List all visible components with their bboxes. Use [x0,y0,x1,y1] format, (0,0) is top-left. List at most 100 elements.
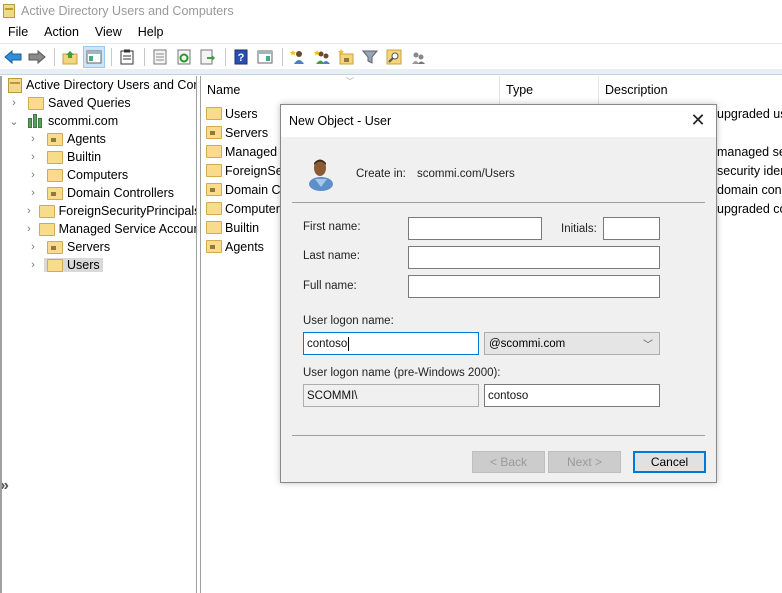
sort-indicator-icon: ﹀ [346,77,354,86]
chevron-right-icon[interactable]: › [27,223,31,235]
find-button[interactable] [383,46,405,68]
filter-icon [362,50,378,64]
show-console-tree-icon [86,50,102,63]
list-item-name: Users [225,106,258,121]
ou-folder-icon [206,126,222,139]
filter-button[interactable] [359,46,381,68]
tree-item-label: ForeignSecurityPrincipals [58,204,197,218]
up-folder-icon [62,50,78,64]
chevron-right-icon[interactable]: › [27,169,39,181]
ou-folder-icon [47,186,63,200]
column-header-type[interactable]: Type [500,76,599,104]
tree-item-label: Saved Queries [48,96,131,110]
chevron-right-icon[interactable]: › [27,151,39,163]
properties-button[interactable] [149,46,171,68]
tree-root[interactable]: Active Directory Users and Com [2,76,196,94]
back-button[interactable]: < Back [472,451,545,473]
chevron-right-icon[interactable]: › [27,205,31,217]
folder-icon [206,107,222,120]
refresh-button[interactable] [173,46,195,68]
list-item-description: domain con [717,182,782,197]
menu-bar: File Action View Help [0,22,782,42]
list-item-description: managed se [717,144,782,159]
create-in-label: Create in: [356,168,406,180]
dialog-title-bar[interactable]: New Object - User ✕ [281,105,716,137]
show-console-tree-button[interactable] [83,45,105,68]
new-group-button[interactable] [311,46,333,68]
chevron-right-icon[interactable]: › [27,133,39,145]
back-arrow-icon [4,49,22,64]
window-title: Active Directory Users and Computers [21,4,234,18]
tree-item-users[interactable]: › Users [2,256,196,274]
tree-item-label: Managed Service Accounts [58,222,197,236]
new-ou-icon [338,48,354,64]
toolbar-separator [54,47,55,66]
menu-action[interactable]: Action [36,25,87,39]
forward-button[interactable] [26,46,48,68]
column-header-description[interactable]: Description [599,76,668,104]
tree-item-servers[interactable]: › Servers [2,238,196,256]
chevron-right-icon[interactable]: › [8,97,20,109]
folder-icon [206,164,222,177]
svg-text:?: ? [238,52,245,64]
tree-item-label: Builtin [67,150,102,164]
up-level-button[interactable] [59,46,81,68]
first-name-input[interactable] [408,217,542,240]
ou-folder-icon [47,240,63,254]
folder-icon [47,168,63,182]
folder-icon [206,221,222,234]
full-name-input[interactable] [408,275,660,298]
add-to-group-button[interactable] [407,46,429,68]
initials-input[interactable] [603,217,660,240]
help-button[interactable]: ? [230,46,252,68]
tree-item-agents[interactable]: › Agents [2,130,196,148]
tree-item-domain-controllers[interactable]: › Domain Controllers [2,184,196,202]
user-icon [309,159,333,191]
aduc-app-icon [3,4,15,18]
chevron-right-icon[interactable]: › [27,187,39,199]
toolbar-separator [144,47,145,66]
tree-item-label: Servers [67,240,111,254]
expand-pane-handle-icon[interactable]: » [2,477,9,495]
chevron-down-icon[interactable]: ⌄ [8,115,20,128]
list-item-description: security ider [717,163,782,178]
menu-view[interactable]: View [87,25,130,39]
user-logon-name-value: contoso [307,337,348,350]
chevron-right-icon[interactable]: › [27,259,39,271]
text-caret [348,336,350,351]
menu-help[interactable]: Help [130,25,172,39]
list-item-description [717,123,782,142]
cancel-button[interactable]: Cancel [633,451,706,473]
menu-file[interactable]: File [0,25,36,39]
ou-folder-icon [47,132,63,146]
last-name-input[interactable] [408,246,660,269]
export-list-button[interactable] [197,46,219,68]
chevron-right-icon[interactable]: › [27,241,39,253]
pre-windows-2000-logon-input[interactable]: contoso [484,384,660,407]
tree-item-builtin[interactable]: › Builtin [2,148,196,166]
tree-item-managed-service-accounts[interactable]: › Managed Service Accounts [2,220,196,238]
user-logon-name-input[interactable]: contoso [303,332,479,355]
tree-item-computers[interactable]: › Computers [2,166,196,184]
new-user-button[interactable] [287,46,309,68]
tree-item-label: Computers [67,168,129,182]
new-ou-button[interactable] [335,46,357,68]
show-action-pane-button[interactable] [254,46,276,68]
tree-item-label: Domain Controllers [67,186,174,200]
folder-icon [47,150,63,164]
back-button[interactable] [2,46,24,68]
properties-icon [153,49,167,64]
clipboard-icon [120,49,134,64]
tree-item-saved-queries[interactable]: › Saved Queries [2,94,196,112]
paste-button[interactable] [116,46,138,68]
tree-item-domain[interactable]: ⌄ scommi.com [2,112,196,130]
user-logon-name-label: User logon name: [303,315,394,327]
list-header: ﹀ Name Type Description [201,76,782,104]
new-group-icon [314,49,330,64]
next-button[interactable]: Next > [548,451,621,473]
toolbar: ? [0,43,782,69]
tree-root-label: Active Directory Users and Com [26,78,197,92]
tree-item-foreign-security-principals[interactable]: › ForeignSecurityPrincipals [2,202,196,220]
close-icon[interactable]: ✕ [688,110,708,130]
upn-suffix-dropdown[interactable]: @scommi.com ﹀ [484,332,660,355]
